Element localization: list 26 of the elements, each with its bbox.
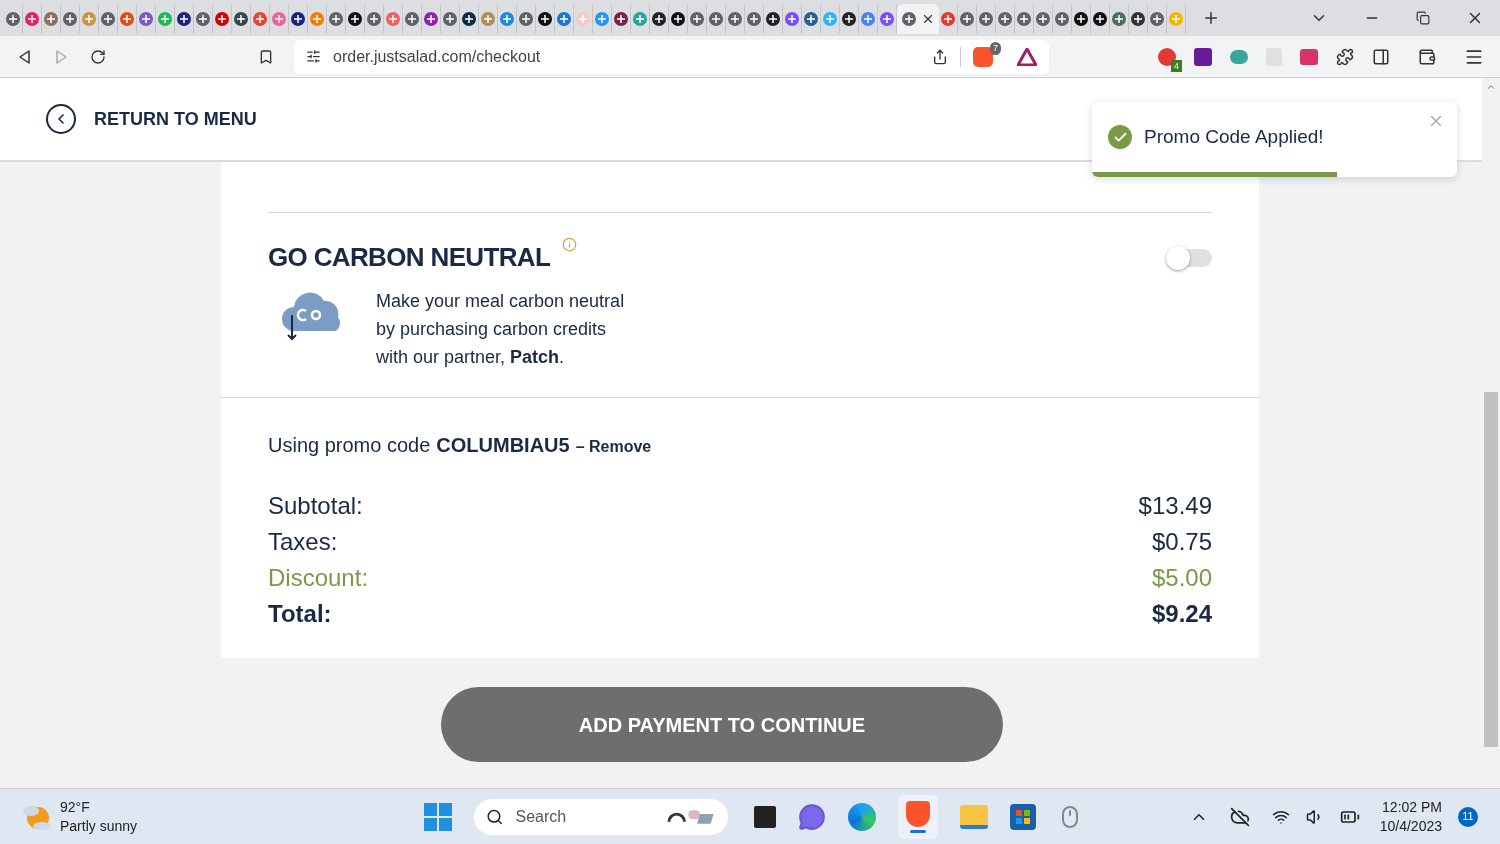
return-to-menu-link[interactable]: RETURN TO MENU: [46, 104, 257, 134]
total-label: Total:: [268, 600, 332, 628]
address-bar[interactable]: order.justsalad.com/checkout 7: [294, 39, 1049, 74]
taskbar-search-field[interactable]: Search: [474, 798, 728, 835]
carbon-neutral-heading: GO CARBON NEUTRAL: [268, 241, 551, 273]
toast-message: Promo Code Applied!: [1144, 124, 1324, 149]
url-text: order.justsalad.com/checkout: [333, 46, 541, 67]
promo-code: COLUMBIAU5: [436, 433, 570, 458]
total-value: $9.24: [1151, 600, 1212, 628]
remove-promo-link[interactable]: – Remove: [575, 435, 652, 459]
total-label: Taxes:: [268, 528, 338, 556]
total-value: $0.75: [1151, 528, 1212, 556]
search-input[interactable]: Search: [515, 804, 656, 829]
total-value: $5.00: [1151, 564, 1212, 592]
carbon-description: Make your meal carbon neutral by purchasing carbon credits with our partner, Patch.: [376, 290, 626, 369]
clock-date: 10/4/2023: [1379, 816, 1442, 836]
total-label: Discount:: [268, 564, 369, 592]
shields-badge: 7: [990, 41, 1001, 55]
total-value: $13.49: [1138, 492, 1212, 520]
weather-condition: Partly sunny: [60, 816, 138, 836]
total-label: Subtotal:: [268, 492, 363, 520]
add-payment-button[interactable]: ADD PAYMENT TO CONTINUE: [441, 687, 1003, 762]
promo-label: Using promo code: [268, 433, 431, 458]
notification-badge[interactable]: 11: [1458, 806, 1478, 827]
clock-time: 12:02 PM: [1382, 797, 1442, 817]
weather-temperature: 92°F: [60, 797, 91, 817]
